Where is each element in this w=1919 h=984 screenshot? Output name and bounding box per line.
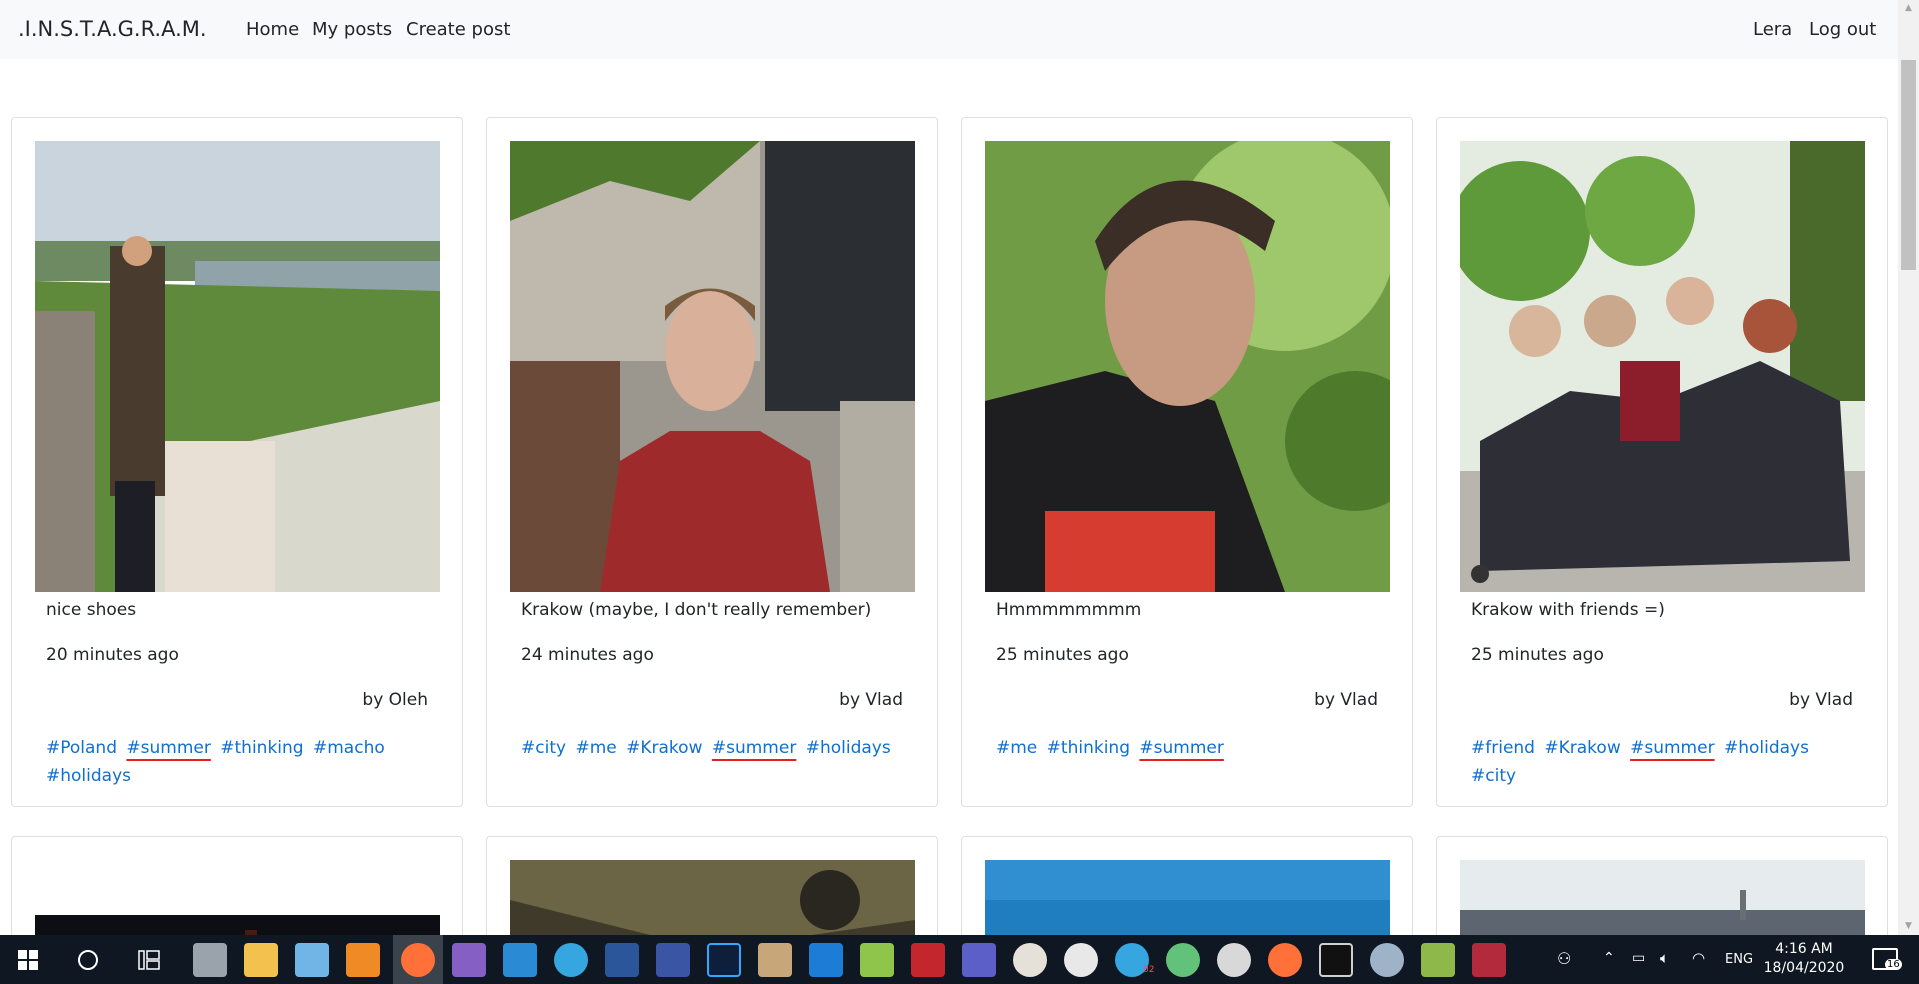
tag-link[interactable]: #friend <box>1471 738 1535 758</box>
telegram-badge: 02 <box>1143 965 1155 975</box>
search-circle-icon[interactable] <box>77 949 99 971</box>
post-tags: #Poland #summer #thinking #macho #holida… <box>46 734 441 790</box>
visual-studio-icon[interactable] <box>452 943 486 977</box>
tag-link[interactable]: #thinking <box>220 738 303 758</box>
notepad-icon[interactable] <box>295 943 329 977</box>
tag-link[interactable]: #summer <box>1139 738 1223 758</box>
post-author: by Oleh <box>362 690 428 710</box>
post-photo[interactable] <box>510 141 915 592</box>
tag-link[interactable]: #thinking <box>1047 738 1130 758</box>
terminal-icon[interactable] <box>1319 943 1353 977</box>
tag-link[interactable]: #holidays <box>1724 738 1809 758</box>
tag-link[interactable]: #Poland <box>46 738 117 758</box>
language-indicator[interactable]: ENG <box>1725 952 1753 967</box>
post-card: Hmmmmmmmm 25 minutes ago by Vlad #me #th… <box>961 117 1413 807</box>
notification-count: 16 <box>1885 959 1902 970</box>
teams-icon[interactable] <box>962 943 996 977</box>
post-photo[interactable] <box>1460 141 1865 592</box>
nav-home-link[interactable]: Home <box>246 19 299 40</box>
slack-icon[interactable] <box>1064 943 1098 977</box>
file-explorer-icon[interactable] <box>244 943 278 977</box>
page-scrollbar[interactable]: ▲ ▼ <box>1898 0 1919 935</box>
post-caption: Krakow with friends =) <box>1471 600 1665 620</box>
tag-link[interactable]: #Krakow <box>626 738 702 758</box>
video-icon[interactable] <box>1472 943 1506 977</box>
uc-browser-icon[interactable] <box>346 943 380 977</box>
tag-link[interactable]: #holidays <box>46 766 131 786</box>
word-icon[interactable] <box>605 943 639 977</box>
post-card: Krakow with friends =) 25 minutes ago by… <box>1436 117 1888 807</box>
scroll-down-arrow-icon[interactable]: ▼ <box>1898 918 1919 935</box>
battery-icon[interactable]: ▭ <box>1632 950 1645 966</box>
firefox2-icon[interactable] <box>1268 943 1302 977</box>
tag-link[interactable]: #summer <box>712 738 796 758</box>
post-time: 25 minutes ago <box>1471 645 1604 665</box>
paint-icon[interactable] <box>758 943 792 977</box>
panda-icon[interactable] <box>1013 943 1047 977</box>
post-photo[interactable] <box>985 141 1390 592</box>
settings-icon[interactable] <box>1217 943 1251 977</box>
post-time: 25 minutes ago <box>996 645 1129 665</box>
people-icon[interactable]: ⚇ <box>1557 949 1571 968</box>
tag-link[interactable]: #summer <box>126 738 210 758</box>
tag-link[interactable]: #me <box>996 738 1037 758</box>
nav-create-post-link[interactable]: Create post <box>406 19 510 40</box>
brand-logo[interactable]: .I.N.S.T.A.G.R.A.M. <box>18 17 207 41</box>
rm-icon[interactable] <box>911 943 945 977</box>
vscode-icon[interactable] <box>503 943 537 977</box>
shark-icon[interactable] <box>809 943 843 977</box>
windows-taskbar: 02 ⚇ ⌃ ▭ 🔈︎ ◠ ENG 4:16 AM 18/04/2020 16 <box>0 935 1919 984</box>
nav-user-link[interactable]: Lera <box>1753 19 1792 40</box>
map-icon[interactable] <box>1421 943 1455 977</box>
post-caption: nice shoes <box>46 600 137 620</box>
post-author: by Vlad <box>1789 690 1853 710</box>
top-navbar: .I.N.S.T.A.G.R.A.M. Home My posts Create… <box>0 0 1898 59</box>
scroll-up-arrow-icon[interactable]: ▲ <box>1898 0 1919 17</box>
post-tags: #city #me #Krakow #summer #holidays <box>521 734 916 762</box>
task-view-icon[interactable] <box>138 950 160 970</box>
clock-date: 18/04/2020 <box>1763 960 1845 976</box>
gear-icon[interactable] <box>1370 943 1404 977</box>
post-card: Krakow (maybe, I don't really remember) … <box>486 117 938 807</box>
post-tags: #friend #Krakow #summer #holidays #city <box>1471 734 1866 790</box>
firefox-icon[interactable] <box>401 943 435 977</box>
post-photo[interactable] <box>35 141 440 592</box>
chevron-up-icon[interactable]: ⌃ <box>1603 950 1615 966</box>
post-time: 20 minutes ago <box>46 645 179 665</box>
calculator-icon[interactable] <box>193 943 227 977</box>
tag-link[interactable]: #macho <box>313 738 385 758</box>
scroll-thumb[interactable] <box>1901 60 1916 270</box>
wifi-icon[interactable]: ◠ <box>1692 949 1705 967</box>
post-author: by Vlad <box>839 690 903 710</box>
nav-my-posts-link[interactable]: My posts <box>312 19 392 40</box>
notepadpp-icon[interactable] <box>860 943 894 977</box>
tag-link[interactable]: #city <box>1471 766 1516 786</box>
visio-icon[interactable] <box>656 943 690 977</box>
tag-link[interactable]: #Krakow <box>1544 738 1620 758</box>
windows-start-icon[interactable] <box>18 950 38 970</box>
post-author: by Vlad <box>1314 690 1378 710</box>
post-caption: Krakow (maybe, I don't really remember) <box>521 600 872 620</box>
tag-link[interactable]: #city <box>521 738 566 758</box>
clock-time: 4:16 AM <box>1775 941 1833 957</box>
tag-link[interactable]: #summer <box>1630 738 1714 758</box>
post-time: 24 minutes ago <box>521 645 654 665</box>
tag-link[interactable]: #holidays <box>806 738 891 758</box>
nav-logout-link[interactable]: Log out <box>1809 19 1876 40</box>
telegram-icon[interactable] <box>554 943 588 977</box>
tag-link[interactable]: #me <box>575 738 616 758</box>
volume-icon[interactable]: 🔈︎ <box>1660 949 1669 967</box>
post-card: nice shoes 20 minutes ago by Oleh #Polan… <box>11 117 463 807</box>
atom-icon[interactable] <box>1166 943 1200 977</box>
post-caption: Hmmmmmmmm <box>996 600 1142 620</box>
system-clock[interactable]: 4:16 AM 18/04/2020 <box>1762 940 1846 978</box>
photoshop-icon[interactable] <box>707 943 741 977</box>
post-tags: #me #thinking #summer <box>996 734 1391 762</box>
